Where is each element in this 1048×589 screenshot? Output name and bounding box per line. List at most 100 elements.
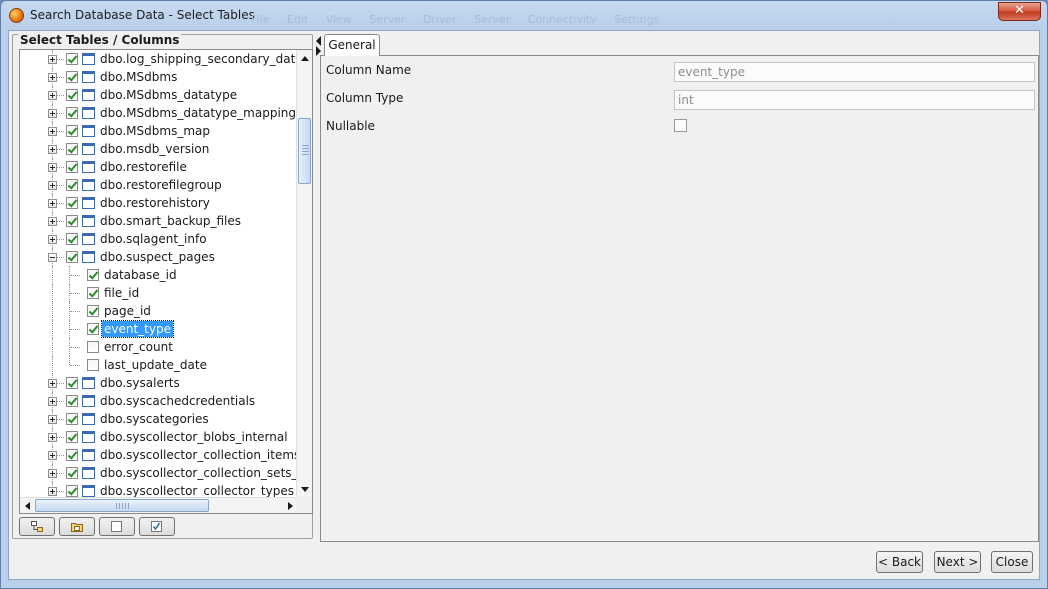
nullable-checkbox[interactable] — [674, 119, 687, 132]
vertical-scroll-thumb[interactable] — [298, 118, 311, 184]
table-checkbox[interactable] — [66, 395, 78, 407]
column-checkbox[interactable] — [87, 359, 99, 371]
tree-table-node[interactable]: dbo.MSdbms_datatype_mapping — [20, 104, 298, 122]
table-checkbox[interactable] — [66, 251, 78, 263]
table-checkbox[interactable] — [66, 485, 78, 497]
tab-general[interactable]: General — [324, 34, 380, 56]
tables-tree[interactable]: dbo.log_shipping_secondary_databases dbo.… — [20, 50, 298, 498]
table-checkbox[interactable] — [66, 377, 78, 389]
tree-table-node[interactable]: dbo.restorehistory — [20, 194, 298, 212]
tree-column-node[interactable]: event_type — [20, 320, 298, 338]
table-checkbox[interactable] — [66, 449, 78, 461]
tree-table-node[interactable]: dbo.sysalerts — [20, 374, 298, 392]
tree-table-node[interactable]: dbo.syscollector_collector_types_interna… — [20, 482, 298, 498]
tree-table-node[interactable]: dbo.syscollector_collection_items_intern… — [20, 446, 298, 464]
tree-column-node[interactable]: database_id — [20, 266, 298, 284]
expand-node-icon[interactable] — [48, 163, 57, 172]
expand-node-icon[interactable] — [48, 55, 57, 64]
tree-table-node[interactable]: dbo.smart_backup_files — [20, 212, 298, 230]
tree-guide-line — [57, 419, 64, 420]
tree-horizontal-scrollbar[interactable] — [20, 497, 298, 513]
column-checkbox[interactable] — [87, 287, 99, 299]
tree-table-node[interactable]: dbo.suspect_pages — [20, 248, 298, 266]
collapse-all-button[interactable] — [59, 517, 95, 536]
tree-table-node[interactable]: dbo.restorefilegroup — [20, 176, 298, 194]
collapse-node-icon[interactable] — [48, 253, 57, 262]
tree-table-node[interactable]: dbo.sqlagent_info — [20, 230, 298, 248]
table-name-label: dbo.syscachedcredentials — [100, 394, 256, 408]
horizontal-scroll-thumb[interactable] — [35, 499, 209, 512]
scroll-right-icon[interactable] — [288, 502, 293, 510]
tree-column-node[interactable]: last_update_date — [20, 356, 298, 374]
tab-scroll-left-icon[interactable] — [316, 36, 321, 46]
expand-node-icon[interactable] — [48, 487, 57, 496]
expand-node-icon[interactable] — [48, 145, 57, 154]
table-checkbox[interactable] — [66, 197, 78, 209]
tree-table-node[interactable]: dbo.MSdbms_datatype — [20, 86, 298, 104]
column-checkbox[interactable] — [87, 305, 99, 317]
table-checkbox[interactable] — [66, 431, 78, 443]
tree-guide-line — [57, 491, 64, 492]
tree-table-node[interactable]: dbo.msdb_version — [20, 140, 298, 158]
table-checkbox[interactable] — [66, 179, 78, 191]
expand-node-icon[interactable] — [48, 469, 57, 478]
expand-node-icon[interactable] — [48, 415, 57, 424]
table-checkbox[interactable] — [66, 89, 78, 101]
tree-table-node[interactable]: dbo.syscachedcredentials — [20, 392, 298, 410]
tree-table-node[interactable]: dbo.log_shipping_secondary_databases — [20, 50, 298, 68]
tree-table-node[interactable]: dbo.syscategories — [20, 410, 298, 428]
expand-node-icon[interactable] — [48, 91, 57, 100]
table-checkbox[interactable] — [66, 71, 78, 83]
expand-node-icon[interactable] — [48, 181, 57, 190]
window-title: Search Database Data - Select Tables — [30, 8, 255, 22]
column-checkbox[interactable] — [87, 341, 99, 353]
tree-column-node[interactable]: page_id — [20, 302, 298, 320]
close-button[interactable]: Close — [991, 551, 1033, 573]
expand-node-icon[interactable] — [48, 127, 57, 136]
expand-node-icon[interactable] — [48, 199, 57, 208]
tree-table-node[interactable]: dbo.MSdbms — [20, 68, 298, 86]
expand-node-icon[interactable] — [48, 109, 57, 118]
tree-table-node[interactable]: dbo.restorefile — [20, 158, 298, 176]
uncheck-all-button[interactable] — [99, 517, 135, 536]
expand-node-icon[interactable] — [48, 397, 57, 406]
table-checkbox[interactable] — [66, 143, 78, 155]
tree-table-node[interactable]: dbo.syscollector_blobs_internal — [20, 428, 298, 446]
tree-vertical-scrollbar[interactable] — [296, 50, 312, 498]
check-all-button[interactable] — [139, 517, 175, 536]
table-checkbox[interactable] — [66, 125, 78, 137]
tree-guide-line — [57, 131, 64, 132]
table-checkbox[interactable] — [66, 161, 78, 173]
next-button[interactable]: Next > — [934, 551, 981, 573]
table-checkbox[interactable] — [66, 233, 78, 245]
expand-node-icon[interactable] — [48, 73, 57, 82]
tree-guide-line — [70, 275, 80, 276]
tree-column-node[interactable]: file_id — [20, 284, 298, 302]
table-checkbox[interactable] — [66, 467, 78, 479]
expand-node-icon[interactable] — [48, 235, 57, 244]
table-checkbox[interactable] — [66, 413, 78, 425]
scroll-down-icon[interactable] — [301, 487, 309, 492]
expand-node-icon[interactable] — [48, 379, 57, 388]
table-checkbox[interactable] — [66, 53, 78, 65]
expand-node-icon[interactable] — [48, 451, 57, 460]
tree-table-node[interactable]: dbo.MSdbms_map — [20, 122, 298, 140]
column-name-field[interactable]: event_type — [674, 62, 1035, 82]
back-button[interactable]: < Back — [876, 551, 923, 573]
expand-all-button[interactable] — [19, 517, 55, 536]
table-checkbox[interactable] — [66, 215, 78, 227]
scroll-left-icon[interactable] — [25, 502, 30, 510]
table-checkbox[interactable] — [66, 107, 78, 119]
window-close-button[interactable]: ✕ — [998, 2, 1041, 21]
column-checkbox[interactable] — [87, 323, 99, 335]
scroll-up-icon[interactable] — [301, 56, 309, 61]
tree-column-node[interactable]: error_count — [20, 338, 298, 356]
expand-node-icon[interactable] — [48, 217, 57, 226]
column-checkbox[interactable] — [87, 269, 99, 281]
table-name-label: dbo.MSdbms_datatype_mapping — [100, 106, 296, 120]
expand-node-icon[interactable] — [48, 433, 57, 442]
table-icon — [82, 233, 95, 245]
tree-table-node[interactable]: dbo.syscollector_collection_sets_interna… — [20, 464, 298, 482]
title-bar[interactable]: Search Database Data - Select Tables Fil… — [1, 1, 1047, 31]
column-type-field[interactable]: int — [674, 90, 1035, 110]
